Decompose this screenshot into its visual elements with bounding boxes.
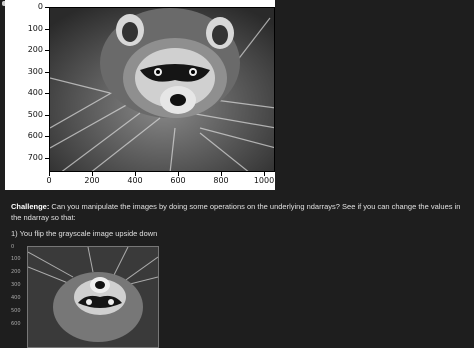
y-tick-label: 500 <box>11 308 21 314</box>
y-tick-label: 400 <box>11 295 21 301</box>
challenge-paragraph: Challenge: Can you manipulate the images… <box>11 201 461 223</box>
y-tick-label: 300 <box>27 67 43 76</box>
y-tick-mark <box>45 50 49 51</box>
challenge-text: Can you manipulate the images by doing s… <box>11 202 461 222</box>
raccoon-image <box>49 7 275 172</box>
x-tick-label: 600 <box>170 176 186 185</box>
x-tick-label: 800 <box>213 176 229 185</box>
y-tick-mark <box>45 72 49 73</box>
y-tick-label: 700 <box>27 153 43 162</box>
challenge-label: Challenge: <box>11 202 50 211</box>
raccoon-picture <box>50 8 274 171</box>
y-tick-label: 100 <box>11 256 21 262</box>
y-tick-label: 200 <box>27 45 43 54</box>
y-tick-label: 100 <box>27 24 43 33</box>
y-tick-label: 200 <box>11 269 21 275</box>
image-plot: 0 100 200 300 400 500 600 700 0 200 400 … <box>5 0 275 190</box>
y-tick-mark <box>45 136 49 137</box>
y-tick-label: 400 <box>27 88 43 97</box>
y-tick-label: 500 <box>27 110 43 119</box>
y-tick-label: 600 <box>27 131 43 140</box>
y-tick-mark <box>45 29 49 30</box>
x-tick-label: 400 <box>127 176 143 185</box>
y-tick-label: 600 <box>11 321 21 327</box>
flipped-image-plot: 0 100 200 300 400 500 600 <box>5 244 160 348</box>
y-tick-label: 300 <box>11 282 21 288</box>
y-tick-label: 0 <box>37 2 43 11</box>
raccoon-image-2 <box>27 246 159 348</box>
x-tick-label: 1000 <box>253 176 275 185</box>
step-one-text: 1) You flip the grayscale image upside d… <box>11 229 158 238</box>
x-tick-label: 200 <box>84 176 100 185</box>
y-tick-mark <box>45 7 49 8</box>
x-tick-label: 0 <box>46 176 52 185</box>
y-tick-mark <box>45 158 49 159</box>
raccoon-picture-2 <box>28 247 158 347</box>
y-tick-label: 0 <box>11 244 15 250</box>
y-tick-mark <box>45 115 49 116</box>
y-tick-mark <box>45 93 49 94</box>
